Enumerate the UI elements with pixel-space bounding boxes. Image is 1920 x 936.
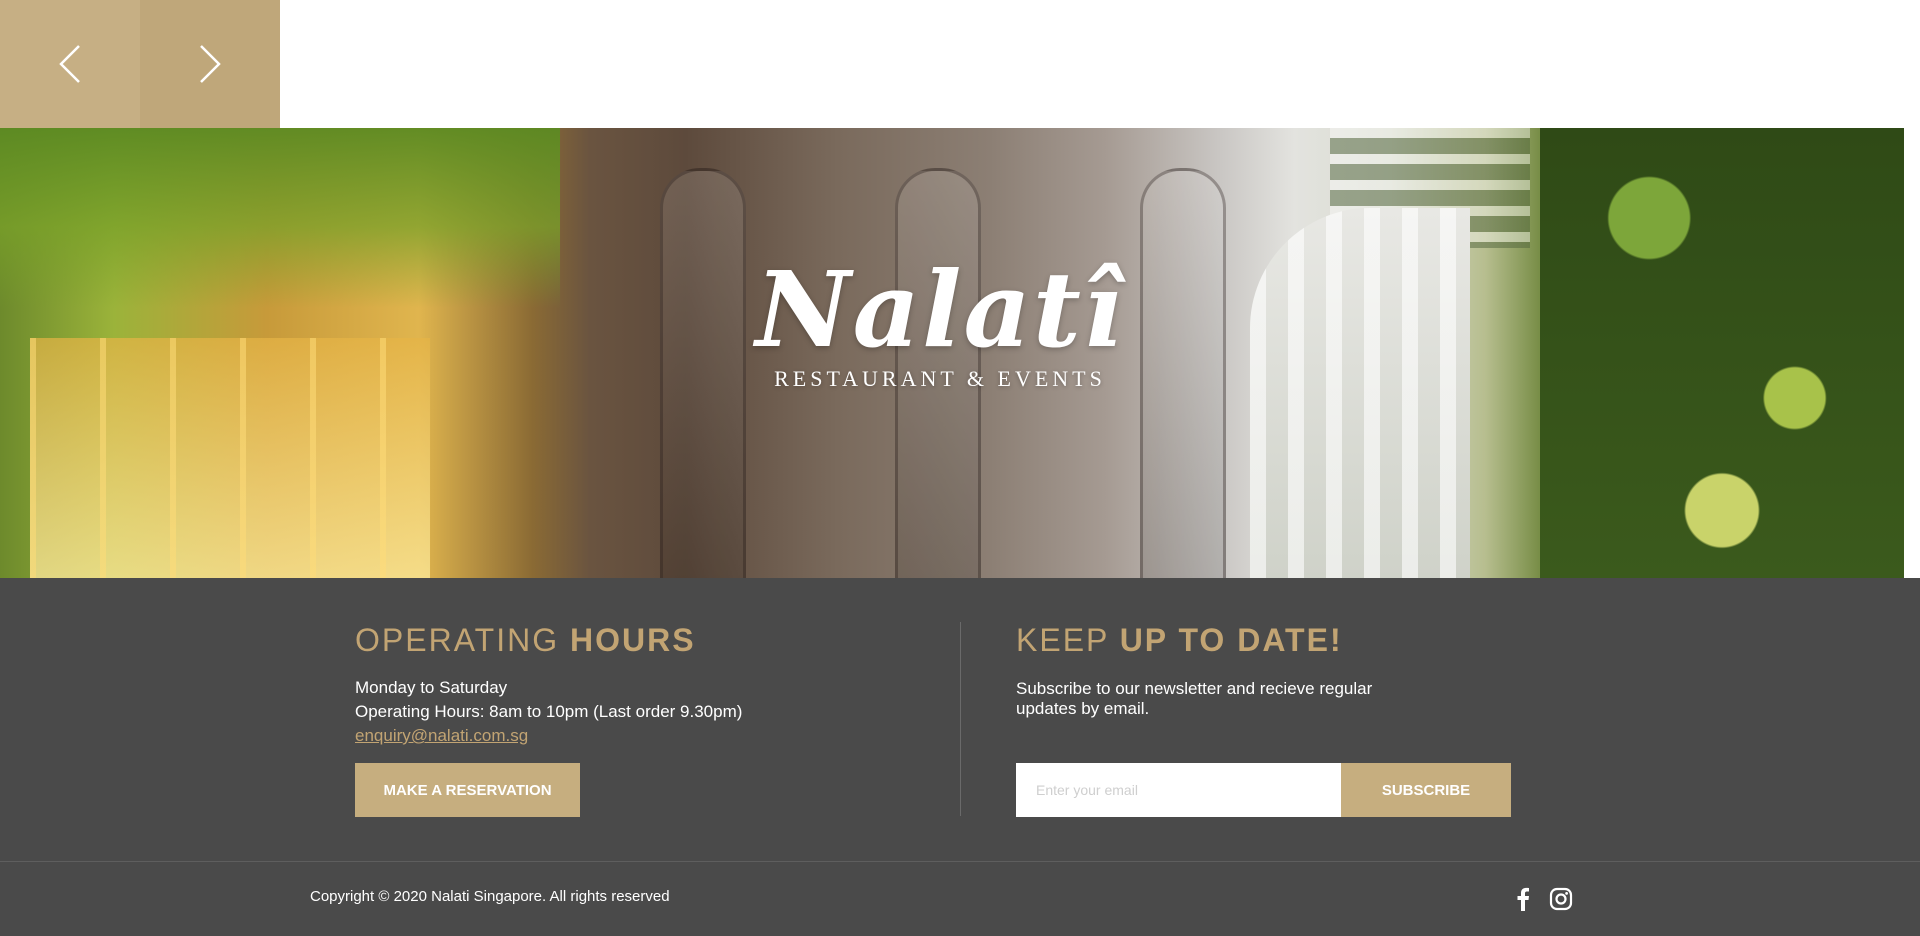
make-reservation-button[interactable]: MAKE A RESERVATION <box>355 763 580 817</box>
enquiry-email-link[interactable]: enquiry@nalati.com.sg <box>355 724 742 748</box>
email-input[interactable] <box>1016 763 1341 817</box>
slider-next-button[interactable] <box>140 0 280 128</box>
operating-hours-title: OPERATING HOURS <box>355 622 696 659</box>
title-bold-part: UP TO DATE! <box>1119 622 1343 658</box>
bar-shelves-image <box>30 338 430 578</box>
hero-banner: Nalatî RESTAURANT & EVENTS <box>0 128 1904 578</box>
chevron-right-icon <box>200 45 221 83</box>
copyright-text: Copyright © 2020 Nalati Singapore. All r… <box>310 888 670 905</box>
hanging-plants-image <box>0 128 560 308</box>
brand-logo: Nalatî RESTAURANT & EVENTS <box>720 258 1160 392</box>
hours-time: Operating Hours: 8am to 10pm (Last order… <box>355 702 743 721</box>
operating-hours-info: Monday to Saturday Operating Hours: 8am … <box>355 676 742 748</box>
footer-divider <box>0 861 1920 862</box>
hours-days: Monday to Saturday <box>355 678 508 697</box>
title-light-part: KEEP <box>1016 622 1120 658</box>
logo-subtitle: RESTAURANT & EVENTS <box>774 366 1106 391</box>
slider-prev-button[interactable] <box>0 0 140 128</box>
footer-panel: OPERATING HOURS Monday to Saturday Opera… <box>0 578 1920 936</box>
section-divider <box>960 622 961 816</box>
instagram-icon <box>1549 887 1573 911</box>
subscribe-button[interactable]: SUBSCRIBE <box>1341 763 1511 817</box>
plant-wall-image <box>1540 128 1904 578</box>
title-light-part: OPERATING <box>355 622 570 658</box>
logo-script-text: Nalatî <box>755 248 1125 371</box>
facebook-link[interactable] <box>1510 886 1536 912</box>
chevron-left-icon <box>59 45 80 83</box>
newsletter-title: KEEP UP TO DATE! <box>1016 622 1343 659</box>
newsletter-description: Subscribe to our newsletter and recieve … <box>1016 679 1373 718</box>
facebook-icon <box>1517 887 1529 911</box>
title-bold-part: HOURS <box>569 622 696 658</box>
building-image <box>1250 208 1470 578</box>
instagram-link[interactable] <box>1548 886 1574 912</box>
